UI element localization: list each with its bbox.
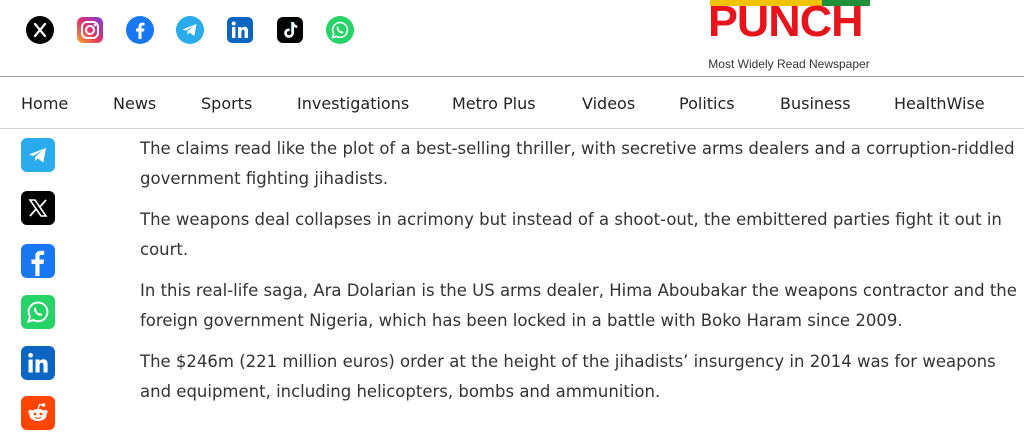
- logo-wordmark: PUNCH: [708, 0, 864, 46]
- nav-item-videos[interactable]: Videos: [582, 94, 635, 113]
- reddit-share-icon[interactable]: [21, 396, 55, 430]
- facebook-icon[interactable]: [126, 16, 154, 44]
- nav-item-politics[interactable]: Politics: [679, 94, 735, 113]
- article-paragraph: The weapons deal collapses in acrimony b…: [140, 210, 1002, 259]
- nav-item-metro-plus[interactable]: Metro Plus: [452, 94, 536, 113]
- article-body: The claims read like the plot of a best-…: [140, 134, 1020, 418]
- tiktok-icon[interactable]: [276, 16, 304, 44]
- whatsapp-icon[interactable]: [326, 16, 354, 44]
- nav-item-business[interactable]: Business: [780, 94, 851, 113]
- nav-item-sports[interactable]: Sports: [201, 94, 252, 113]
- article-paragraph: The $246m (221 million euros) order at t…: [140, 352, 996, 401]
- article-paragraph: In this real-life saga, Ara Dolarian is …: [140, 281, 1017, 330]
- nav-item-healthwise[interactable]: HealthWise: [894, 94, 985, 113]
- main-nav: Home News Sports Investigations Metro Pl…: [0, 76, 1024, 129]
- linkedin-icon[interactable]: [226, 16, 254, 44]
- logo-tagline: Most Widely Read Newspaper: [708, 57, 870, 71]
- facebook-share-icon[interactable]: [21, 244, 55, 278]
- x-icon[interactable]: [26, 16, 54, 44]
- instagram-icon[interactable]: [76, 16, 104, 44]
- linkedin-share-icon[interactable]: [21, 346, 55, 380]
- telegram-icon[interactable]: [176, 16, 204, 44]
- x-share-icon[interactable]: [21, 191, 55, 225]
- article-paragraph: The claims read like the plot of a best-…: [140, 139, 1015, 188]
- nav-item-home[interactable]: Home: [21, 94, 68, 113]
- nav-item-news[interactable]: News: [113, 94, 156, 113]
- telegram-share-icon[interactable]: [21, 138, 55, 172]
- nav-item-investigations[interactable]: Investigations: [297, 94, 409, 113]
- punch-logo[interactable]: PUNCH Most Widely Read Newspaper: [696, 0, 882, 74]
- top-social-bar: [26, 16, 354, 44]
- whatsapp-share-icon[interactable]: [21, 295, 55, 329]
